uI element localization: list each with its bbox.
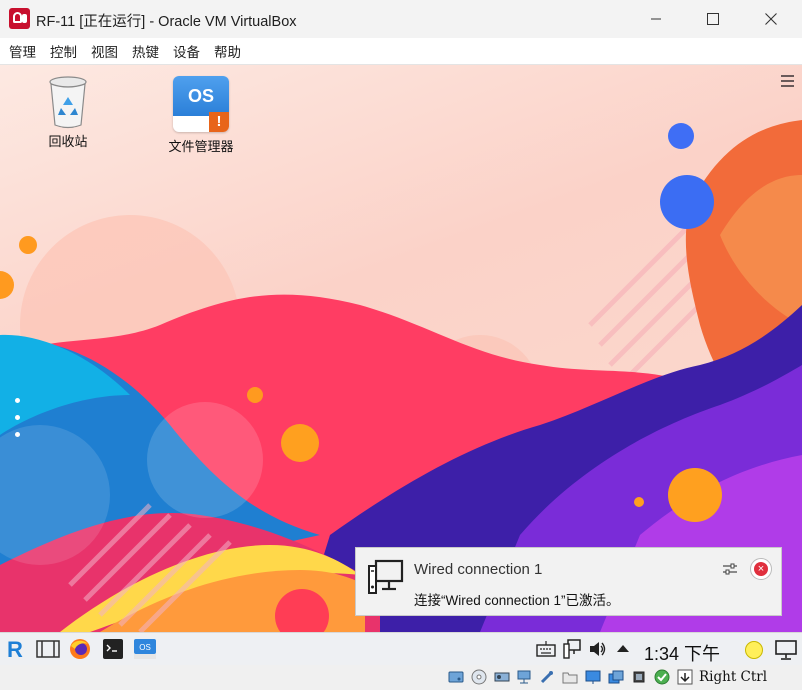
- guest-additions-icon[interactable]: [654, 669, 670, 685]
- shared-folders-icon[interactable]: [562, 669, 578, 685]
- host-key-indicator[interactable]: Right Ctrl: [699, 669, 767, 685]
- minimize-icon: [651, 18, 661, 20]
- svg-text:OS: OS: [139, 643, 151, 652]
- tray-expand-icon[interactable]: [617, 644, 629, 652]
- virtualbox-logo-icon: [9, 8, 30, 29]
- trash-label: 回收站: [48, 134, 88, 149]
- wired-network-icon: [368, 559, 404, 594]
- notification-body: 连接“Wired connection 1”已激活。: [414, 593, 620, 608]
- firefox-icon[interactable]: [69, 638, 91, 660]
- keyboard-icon[interactable]: [536, 641, 556, 657]
- notification-close-button[interactable]: ×: [750, 558, 772, 580]
- menu-view[interactable]: 视图: [82, 41, 118, 61]
- trash-icon: [48, 75, 88, 129]
- settings-icon[interactable]: [722, 562, 738, 576]
- network-tray-icon[interactable]: [563, 639, 581, 659]
- menu-control[interactable]: 控制: [41, 41, 77, 61]
- maximize-icon: [707, 13, 719, 25]
- close-button[interactable]: [742, 0, 800, 38]
- close-icon: [765, 13, 777, 25]
- desktop-icon-trash[interactable]: 回收站: [28, 75, 108, 150]
- hard-disk-icon[interactable]: [448, 669, 464, 685]
- menu-help[interactable]: 帮助: [205, 41, 241, 61]
- optical-drive-icon[interactable]: [471, 669, 487, 685]
- menu-hotkeys[interactable]: 热键: [123, 41, 159, 61]
- minimize-button[interactable]: [627, 0, 685, 38]
- file-manager-label: 文件管理器: [168, 139, 234, 154]
- menu-bar: 管理 控制 视图 热键 设备 帮助: [0, 38, 802, 65]
- file-manager-icon: OS !: [173, 76, 229, 132]
- virtualbox-status-bar: Right Ctrl: [0, 665, 802, 690]
- file-manager-badge: OS: [173, 76, 229, 116]
- taskbar-file-manager-icon[interactable]: OS: [134, 639, 156, 659]
- show-desktop-icon[interactable]: [36, 640, 60, 658]
- network-notification[interactable]: Wired connection 1 连接“Wired connection 1…: [355, 547, 782, 616]
- video-capture-icon[interactable]: [608, 669, 624, 685]
- mouse-integration-icon[interactable]: [677, 669, 693, 685]
- warning-icon: !: [209, 112, 229, 132]
- network-adapter-icon[interactable]: [516, 669, 532, 685]
- start-menu-button[interactable]: R: [7, 637, 23, 663]
- maximize-button[interactable]: [684, 0, 742, 38]
- night-mode-icon[interactable]: [744, 640, 764, 660]
- desktop-menu-icon[interactable]: [781, 75, 794, 90]
- close-icon: ×: [754, 562, 768, 576]
- notification-title: Wired connection 1: [414, 561, 543, 578]
- taskbar-clock[interactable]: 1:34 下午: [644, 640, 720, 666]
- cpu-icon[interactable]: [631, 669, 647, 685]
- show-desktop-monitor-icon[interactable]: [775, 640, 797, 660]
- desktop-icon-file-manager[interactable]: OS ! 文件管理器: [161, 76, 241, 155]
- usb-icon[interactable]: [539, 669, 555, 685]
- display-icon[interactable]: [585, 669, 601, 685]
- menu-devices[interactable]: 设备: [164, 41, 200, 61]
- window-title: RF-11 [正在运行] - Oracle VM VirtualBox: [36, 14, 297, 30]
- terminal-icon[interactable]: [103, 639, 123, 659]
- side-handle-icon[interactable]: [15, 398, 20, 449]
- menu-manage[interactable]: 管理: [0, 41, 36, 61]
- guest-taskbar: R OS 1:34 下午: [0, 632, 802, 666]
- audio-icon[interactable]: [494, 669, 510, 685]
- window-title-bar[interactable]: RF-11 [正在运行] - Oracle VM VirtualBox: [0, 0, 802, 38]
- volume-icon[interactable]: [589, 640, 607, 658]
